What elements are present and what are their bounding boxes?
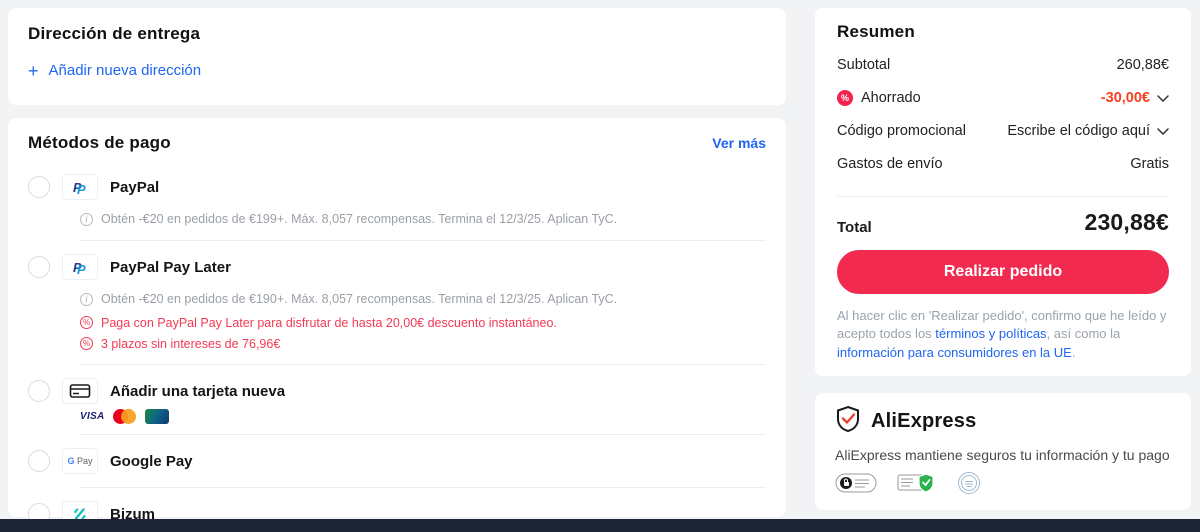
payment-option-google-pay[interactable]: G Pay Google Pay [28,448,766,474]
shipping-label: Gastos de envío [837,156,943,172]
summary-title: Resumen [837,22,1169,42]
google-pay-label: Google Pay [110,453,193,470]
google-pay-radio[interactable] [28,450,50,472]
trust-card: AliExpress AliExpress mantiene seguros t… [815,393,1191,510]
saved-row[interactable]: % Ahorrado -30,00€ [837,88,1169,108]
aliexpress-logo: AliExpress [871,410,976,433]
paypal-info-text: Obtén -€20 en pedidos de €199+. Máx. 8,0… [101,212,617,226]
payment-methods-card: Métodos de pago Ver más P P PayPal i Obt… [8,118,786,517]
credit-card-icon [62,378,98,404]
pay-later-promo-2: % 3 plazos sin intereses de 76,96€ [80,336,766,351]
pay-later-promo-1-text: Paga con PayPal Pay Later para disfrutar… [101,316,557,330]
delivery-address-card: Dirección de entrega + Añadir nueva dire… [8,8,786,105]
subtotal-label: Subtotal [837,57,890,73]
eu-consumer-info-link[interactable]: información para consumidores en la UE [837,345,1072,360]
paypal-icon: P P [62,254,98,280]
info-icon: i [80,293,93,306]
mastercard-icon [113,409,137,424]
subtotal-row: Subtotal 260,88€ [837,55,1169,75]
divider [80,240,766,241]
card-brands-row: VISA [80,409,766,424]
trust-badge-lock-icon [835,472,877,499]
divider [80,364,766,365]
total-value: 230,88€ [1084,209,1169,236]
shipping-row: Gastos de envío Gratis [837,154,1169,174]
shield-check-icon [835,405,861,438]
promo-code-row[interactable]: Código promocional Escribe el código aqu… [837,121,1169,141]
svg-text:P: P [77,182,86,196]
paypal-pay-later-info: i Obtén -€20 en pedidos de €190+. Máx. 8… [80,291,766,307]
order-summary-card: Resumen Subtotal 260,88€ % Ahorrado -30,… [815,8,1191,376]
trust-badges [835,473,1171,497]
paypal-pay-later-label: PayPal Pay Later [110,259,231,276]
subtotal-value: 260,88€ [1117,57,1169,73]
total-label: Total [837,219,872,236]
paypal-icon: P P [62,174,98,200]
saved-value: -30,00€ [1101,90,1150,106]
payment-option-paypal[interactable]: P P PayPal [28,174,766,200]
shipping-value: Gratis [1130,156,1169,172]
chevron-down-icon[interactable] [1157,123,1169,139]
place-order-button[interactable]: Realizar pedido [837,250,1169,294]
promo-code-label: Código promocional [837,123,966,139]
trust-message: AliExpress mantiene seguros tu informaci… [835,447,1171,463]
payment-option-paypal-pay-later[interactable]: P P PayPal Pay Later [28,254,766,280]
cb-card-icon [145,409,169,424]
delivery-address-title: Dirección de entrega [28,24,766,44]
discount-badge-icon: % [837,90,853,106]
add-new-address-label: Añadir nueva dirección [49,62,202,79]
paypal-label: PayPal [110,179,159,196]
info-icon: i [80,213,93,226]
order-disclaimer: Al hacer clic en 'Realizar pedido', conf… [837,307,1169,362]
payment-option-new-card[interactable]: Añadir una tarjeta nueva [28,378,766,404]
saved-label: Ahorrado [861,90,921,106]
bottom-bar [0,519,1200,532]
google-pay-icon: G Pay [62,448,98,474]
trust-badge-green-shield-icon [897,471,937,500]
promo-code-placeholder[interactable]: Escribe el código aquí [1007,123,1150,139]
divider [80,487,766,488]
paypal-info: i Obtén -€20 en pedidos de €199+. Máx. 8… [80,211,766,227]
chevron-down-icon[interactable] [1157,90,1169,106]
divider [80,434,766,435]
disclaimer-text: , así como la [1047,326,1121,341]
pay-later-promo-1: % Paga con PayPal Pay Later para disfrut… [80,315,766,330]
plus-icon: + [28,64,39,78]
divider [837,196,1169,197]
paypal-pay-later-info-text: Obtén -€20 en pedidos de €190+. Máx. 8,0… [101,292,617,306]
new-card-radio[interactable] [28,380,50,402]
paypal-pay-later-radio[interactable] [28,256,50,278]
payment-methods-title: Métodos de pago [28,133,171,153]
see-more-link[interactable]: Ver más [712,135,766,151]
new-card-label: Añadir una tarjeta nueva [110,383,285,400]
disclaimer-text: . [1072,345,1076,360]
svg-text:P: P [77,262,86,276]
terms-link[interactable]: términos y políticas [935,326,1046,341]
paypal-radio[interactable] [28,176,50,198]
percent-icon: % [80,316,93,329]
visa-icon: VISA [80,411,105,422]
add-new-address-link[interactable]: + Añadir nueva dirección [28,62,766,79]
pay-later-promo-2-text: 3 plazos sin intereses de 76,96€ [101,337,280,351]
total-row: Total 230,88€ [837,209,1169,236]
percent-icon: % [80,337,93,350]
trust-badge-seal-icon [957,471,981,500]
